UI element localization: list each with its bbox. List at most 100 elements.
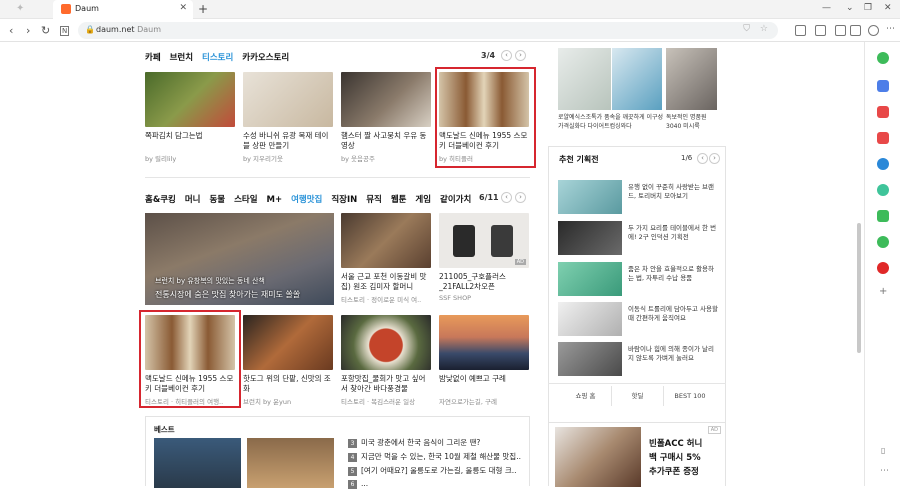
tab-title: Daum xyxy=(75,4,99,13)
extension-news-icon[interactable] xyxy=(877,262,889,274)
tab-kakaostory[interactable]: 카카오스토리 xyxy=(242,53,289,63)
highlight-box xyxy=(139,310,241,408)
article-card[interactable]: 밤낮없이 예쁘고 구례 자연으로가는길, 구례 xyxy=(439,315,529,406)
section2-pager: 6/11 xyxy=(479,193,499,202)
recommend-item[interactable]: 이동식 트롤리에 담아두고 사용할 때 간편하게 움직여요 xyxy=(558,302,718,336)
reload-icon[interactable]: ↻ xyxy=(41,24,50,37)
extension-line-icon[interactable] xyxy=(877,236,889,248)
tistory-card[interactable]: 수성 바니쉬 유광 목재 테이블 상판 만들기 by 지우리기웃 xyxy=(243,72,333,163)
best-rank: 6 xyxy=(348,480,357,489)
tab-together[interactable]: 같이가치 xyxy=(440,195,471,205)
ad-banner[interactable]: AD 빈폴ACC 허니 백 구매시 5% 추가쿠폰 증정 xyxy=(548,422,726,487)
sidebar-toggle-icon[interactable]: ▯ xyxy=(881,446,885,455)
browser-tab-daum[interactable]: Daum ✕ xyxy=(53,0,193,19)
card-source: by 웃음공주 xyxy=(341,155,375,163)
recommend-thumbnail xyxy=(558,262,622,296)
card-title: 서울 근교 포천 이동갈비 맛집) 원조 김미자 할머니 xyxy=(341,272,427,291)
extension-green-icon[interactable] xyxy=(877,52,889,64)
add-extension-icon[interactable]: + xyxy=(879,286,887,297)
recommend-item[interactable]: 바람이나 힘에 의해 종이가 날리지 않도록 가벼게 눌러요 xyxy=(558,342,718,376)
screenshot-icon[interactable] xyxy=(815,25,826,36)
section1-tabs: 카페 브런치 티스토리 카카오스토리 xyxy=(145,51,295,63)
close-window-icon[interactable]: ✕ xyxy=(884,3,892,13)
new-tab-button[interactable]: + xyxy=(198,2,208,16)
tab-shopping-home[interactable]: 쇼핑 홈 xyxy=(560,386,612,406)
extension-teal-icon[interactable] xyxy=(877,184,889,196)
tab-travel-food[interactable]: 여행맛집 xyxy=(291,195,322,205)
recommend-text: 두 가지 요리를 테이블에서 한 번에! 2구 인덕션 기획전 xyxy=(628,224,717,241)
card-thumbnail xyxy=(243,72,333,127)
tab-cafe[interactable]: 카페 xyxy=(145,53,161,63)
tab-brunch[interactable]: 브런치 xyxy=(170,53,193,63)
ad-line2: 백 구매시 5% xyxy=(649,453,701,463)
sidebar-settings-icon[interactable]: ⋯ xyxy=(880,466,889,476)
extension-blue-icon[interactable] xyxy=(877,80,889,92)
shield-icon[interactable]: ⛉ xyxy=(743,24,750,34)
featured-title: 전통시장에 숨은 맛집 찾아가는 재미도 쏠쏠 xyxy=(155,290,301,299)
pinned-tab[interactable]: ✦ xyxy=(0,0,52,19)
next-icon[interactable]: › xyxy=(709,153,720,164)
tab-mplus[interactable]: M+ xyxy=(267,195,283,205)
star-icon[interactable]: ☆ xyxy=(760,24,768,34)
profile-icon[interactable] xyxy=(850,25,861,36)
recommend-thumbnail xyxy=(558,342,622,376)
tab-music[interactable]: 뮤직 xyxy=(366,195,382,205)
recommend-item[interactable]: 두 가지 요리를 테이블에서 한 번에! 2구 인덕션 기획전 xyxy=(558,221,718,255)
card-thumbnail xyxy=(439,315,529,370)
minimize-icon[interactable]: — xyxy=(822,3,831,13)
best-item[interactable]: 4 지금만 먹을 수 있는, 한국 10월 제철 해산물 맛집.. xyxy=(348,451,521,462)
tab-style[interactable]: 스타일 xyxy=(234,195,257,205)
forward-icon[interactable]: › xyxy=(26,24,30,37)
best-item[interactable]: 5 [여기 어때요?] 울릉도로 가는길, 울릉도 대형 크.. xyxy=(348,465,517,476)
best-thumbnail[interactable] xyxy=(247,438,334,488)
tab-webtoon[interactable]: 웹툰 xyxy=(391,195,407,205)
article-card[interactable]: 서울 근교 포천 이동갈비 맛집) 원조 김미자 할머니 티스토리 · 정이로운… xyxy=(341,213,431,304)
product-image xyxy=(612,48,662,110)
extension-red-icon[interactable] xyxy=(877,132,889,144)
next-icon[interactable]: › xyxy=(515,50,526,61)
restore-icon[interactable]: ❐ xyxy=(864,3,872,13)
prev-icon[interactable]: ‹ xyxy=(501,192,512,203)
tab-money[interactable]: 머니 xyxy=(185,195,201,205)
best-rank: 3 xyxy=(348,439,357,448)
url-bar[interactable]: 🔒 daum.net Daum ⛉ ☆ xyxy=(78,22,778,39)
tab-work[interactable]: 직장IN xyxy=(331,195,357,205)
best-thumbnail[interactable] xyxy=(154,438,241,488)
best-text: ... xyxy=(361,479,369,488)
extension-edge-icon[interactable] xyxy=(877,158,889,170)
tistory-card[interactable]: 쪽파김치 담그는법 by 릴리lily xyxy=(145,72,235,163)
back-icon[interactable]: ‹ xyxy=(9,24,13,37)
download-icon[interactable] xyxy=(795,25,806,36)
prev-icon[interactable]: ‹ xyxy=(501,50,512,61)
article-card[interactable]: 포항맛집_물회가 맛고 싶어서 찾아간 바다풍경물 티스토리 · 복김스러운 일… xyxy=(341,315,431,406)
tab-hotdeal[interactable]: 핫딜 xyxy=(612,386,664,406)
recommend-item[interactable]: 유행 없이 꾸준히 사랑받는 브랜드, 토리버치 모아보기 xyxy=(558,180,718,214)
extension-chat-icon[interactable] xyxy=(877,210,889,222)
close-tab-icon[interactable]: ✕ xyxy=(179,3,187,13)
menu-icon[interactable]: ⌄ xyxy=(846,3,854,13)
best-item[interactable]: 3 미국 광춘에서 한국 음식이 그리운 땐? xyxy=(348,437,480,448)
account-icon[interactable] xyxy=(868,25,879,36)
recommend-text: 줌은 차 안을 효율적으로 활용하는 법, 자투리 수납 용품 xyxy=(628,265,715,282)
scrollbar-thumb[interactable] xyxy=(857,223,861,353)
tab-tistory[interactable]: 티스토리 xyxy=(202,53,233,63)
prev-icon[interactable]: ‹ xyxy=(697,153,708,164)
card-thumbnail xyxy=(243,315,333,370)
tab-home-cooking[interactable]: 홈&쿠킹 xyxy=(145,195,176,205)
article-card[interactable]: 핫도그 위의 단팥, 신맛의 조화 브런치 by 윤yun xyxy=(243,315,333,406)
ad-card[interactable]: AD 211005_구호플러스 _21FALL2차오픈 SSF SHOP xyxy=(439,213,529,302)
more-menu-icon[interactable]: ⋯ xyxy=(886,24,895,34)
tab-game[interactable]: 게임 xyxy=(415,195,431,205)
tab-best100[interactable]: BEST 100 xyxy=(664,386,716,406)
naver-icon[interactable]: N xyxy=(60,26,70,36)
next-icon[interactable]: › xyxy=(515,192,526,203)
card-title: 211005_구호플러스 _21FALL2차오픈 xyxy=(439,272,506,291)
recommend-text: 유행 없이 꾸준히 사랑받는 브랜드, 토리버치 모아보기 xyxy=(628,183,715,200)
card-thumbnail xyxy=(341,213,431,268)
best-item[interactable]: 6... xyxy=(348,479,368,489)
reader-icon[interactable] xyxy=(835,25,846,36)
extension-pocket-icon[interactable] xyxy=(877,106,889,118)
recommend-item[interactable]: 줌은 차 안을 효율적으로 활용하는 법, 자투리 수납 용품 xyxy=(558,262,718,296)
tistory-card[interactable]: 햄스터 짤 사고뭉치 우유 동영상 by 웃음공주 xyxy=(341,72,431,163)
tab-animal[interactable]: 동물 xyxy=(209,195,225,205)
